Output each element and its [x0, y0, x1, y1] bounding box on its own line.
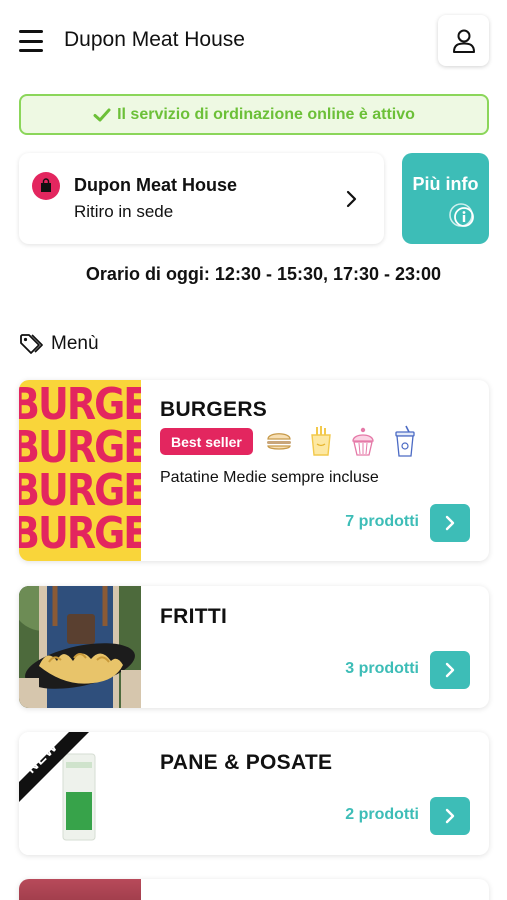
drink-cup-icon	[391, 425, 419, 457]
tag-icon	[20, 334, 43, 354]
open-category-button[interactable]	[430, 651, 470, 689]
chevron-right-icon	[445, 662, 455, 678]
category-icons	[265, 425, 419, 457]
category-card-burgers[interactable]: BURGERS BURGERS BURGERS BURGERS BURGERS …	[19, 380, 489, 561]
today-hours: Orario di oggi: 12:30 - 15:30, 17:30 - 2…	[85, 264, 442, 284]
account-button[interactable]	[438, 15, 489, 66]
shopping-bag-icon	[32, 172, 60, 200]
open-category-button[interactable]	[430, 797, 470, 835]
category-card-next[interactable]	[19, 879, 489, 900]
chevron-right-icon	[445, 515, 455, 531]
category-title: BURGERS	[160, 398, 268, 421]
ordering-status-banner: Il servizio di ordinazione online è atti…	[19, 94, 489, 135]
pickup-mode: Ritiro in sede	[74, 202, 174, 221]
category-card-pane-posate[interactable]: NEW PANE & POSATE 2 prodotti	[19, 732, 489, 855]
fries-icon	[307, 425, 335, 457]
best-seller-badge: Best seller	[160, 428, 253, 455]
hamburger-menu-icon[interactable]	[19, 30, 43, 52]
user-icon	[452, 29, 475, 53]
check-icon	[93, 107, 111, 123]
chevron-right-icon	[445, 808, 455, 824]
open-category-button[interactable]	[430, 504, 470, 542]
burger-icon	[265, 425, 293, 457]
next-category-image	[19, 879, 141, 900]
category-title: FRITTI	[160, 605, 228, 628]
cupcake-icon	[349, 425, 377, 457]
product-count: 7 prodotti	[345, 513, 419, 530]
product-count: 2 prodotti	[345, 806, 419, 823]
menu-heading-label: Menù	[51, 333, 99, 354]
fritti-image	[19, 586, 141, 708]
burgers-image: BURGERS BURGERS BURGERS BURGERS	[19, 380, 141, 561]
category-description: Patatine Medie sempre incluse	[160, 469, 379, 486]
info-icon	[449, 203, 474, 227]
status-text: Il servizio di ordinazione online è atti…	[117, 105, 415, 123]
more-info-button[interactable]: Più info	[402, 153, 489, 244]
store-selector-card[interactable]: Dupon Meat House Ritiro in sede	[19, 153, 384, 244]
more-info-label: Più info	[412, 174, 479, 194]
page-title: Dupon Meat House	[64, 28, 245, 51]
category-card-fritti[interactable]: FRITTI 3 prodotti	[19, 586, 489, 708]
category-title: PANE & POSATE	[160, 751, 333, 774]
store-name: Dupon Meat House	[74, 175, 238, 195]
app-header: Dupon Meat House	[0, 0, 507, 84]
chevron-right-icon	[346, 190, 357, 208]
pane-posate-image: NEW	[19, 732, 141, 855]
menu-heading: Menù	[19, 333, 99, 355]
product-count: 3 prodotti	[345, 660, 419, 677]
